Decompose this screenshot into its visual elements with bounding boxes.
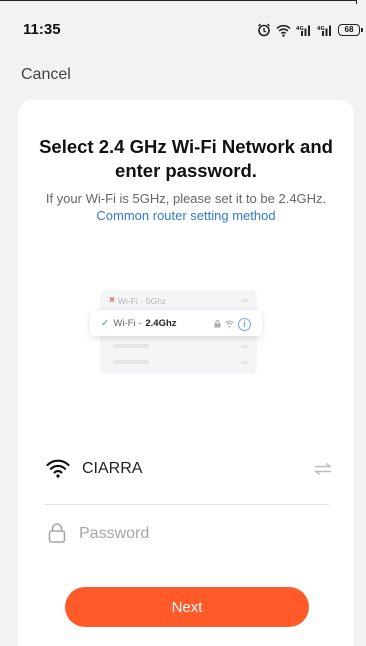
alarm-icon bbox=[257, 23, 271, 37]
illustration-24g-prefix: Wi-Fi - bbox=[113, 318, 142, 329]
illustration-placeholder-bar bbox=[113, 344, 149, 348]
setup-card: Select 2.4 GHz Wi-Fi Network and enter p… bbox=[18, 100, 354, 646]
top-edge-line bbox=[0, 0, 366, 4]
illustration-row-24g: ✓ Wi-Fi - 2.4Ghz i bbox=[90, 310, 262, 336]
wifi-icon bbox=[225, 315, 234, 333]
wifi-ssid: CIARRA bbox=[82, 460, 143, 477]
wifi-status-icon bbox=[276, 24, 291, 37]
illustration-dot bbox=[241, 361, 248, 364]
cross-icon: × bbox=[109, 295, 115, 306]
field-divider bbox=[45, 504, 329, 505]
illustration-dot bbox=[241, 345, 248, 348]
signal-icon: 4G bbox=[296, 24, 312, 36]
svg-text:4G: 4G bbox=[317, 26, 325, 32]
lock-icon bbox=[48, 523, 66, 548]
wifi-icon bbox=[46, 458, 70, 483]
illustration-24g-label: ✓ Wi-Fi - 2.4Ghz bbox=[101, 318, 177, 329]
svg-text:4G: 4G bbox=[296, 26, 304, 32]
wifi-band-illustration: × Wi-Fi - 5Ghz ✓ Wi-Fi - 2.4Ghz i bbox=[90, 290, 270, 374]
status-bar: 11:35 4G 4G 68 bbox=[0, 18, 366, 42]
wifi-network-selector[interactable]: CIARRA bbox=[44, 456, 340, 486]
status-time: 11:35 bbox=[23, 21, 61, 38]
illustration-row-5g: × Wi-Fi - 5Ghz bbox=[109, 295, 166, 306]
password-input[interactable] bbox=[79, 520, 329, 548]
illustration-placeholder-bar bbox=[113, 360, 149, 364]
switch-network-icon[interactable] bbox=[313, 462, 333, 481]
subtitle: If your Wi-Fi is 5GHz, please set it to … bbox=[18, 190, 354, 224]
illustration-24g-band: 2.4Ghz bbox=[145, 318, 177, 329]
next-button[interactable]: Next bbox=[65, 587, 309, 627]
status-icons: 4G 4G 68 bbox=[257, 22, 363, 38]
cancel-button[interactable]: Cancel bbox=[21, 66, 71, 84]
illustration-5g-band: 5Ghz bbox=[145, 295, 167, 306]
signal-icon-2: 4G bbox=[317, 24, 333, 36]
info-icon: i bbox=[238, 317, 251, 331]
page-title: Select 2.4 GHz Wi-Fi Network and enter p… bbox=[39, 136, 333, 181]
check-icon: ✓ bbox=[101, 318, 110, 329]
router-setting-link[interactable]: Common router setting method bbox=[96, 208, 275, 223]
illustration-5g-prefix: Wi-Fi - bbox=[117, 295, 143, 306]
lock-icon bbox=[214, 315, 221, 333]
illustration-row-icons: i bbox=[214, 315, 251, 333]
battery-icon: 68 bbox=[338, 24, 363, 36]
password-row bbox=[44, 520, 340, 550]
illustration-dot bbox=[241, 299, 248, 302]
subtitle-text: If your Wi-Fi is 5GHz, please set it to … bbox=[45, 191, 327, 206]
